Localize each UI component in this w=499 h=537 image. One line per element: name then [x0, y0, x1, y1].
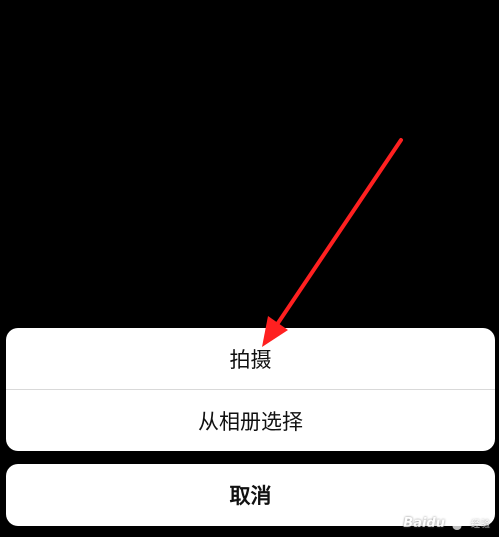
watermark-suffix: 经验 [470, 519, 491, 530]
take-photo-button[interactable]: 拍摄 [6, 328, 495, 389]
choose-from-album-button[interactable]: 从相册选择 [6, 390, 495, 451]
paw-icon [449, 515, 465, 530]
baidu-watermark: Baidu 经验 [403, 513, 491, 533]
annotation-arrow-icon [262, 138, 403, 347]
watermark-brand: Baidu [403, 515, 445, 531]
action-sheet-options: 拍摄 从相册选择 [6, 328, 495, 451]
screen: 拍摄 从相册选择 取消 Baidu 经验 [0, 0, 499, 537]
